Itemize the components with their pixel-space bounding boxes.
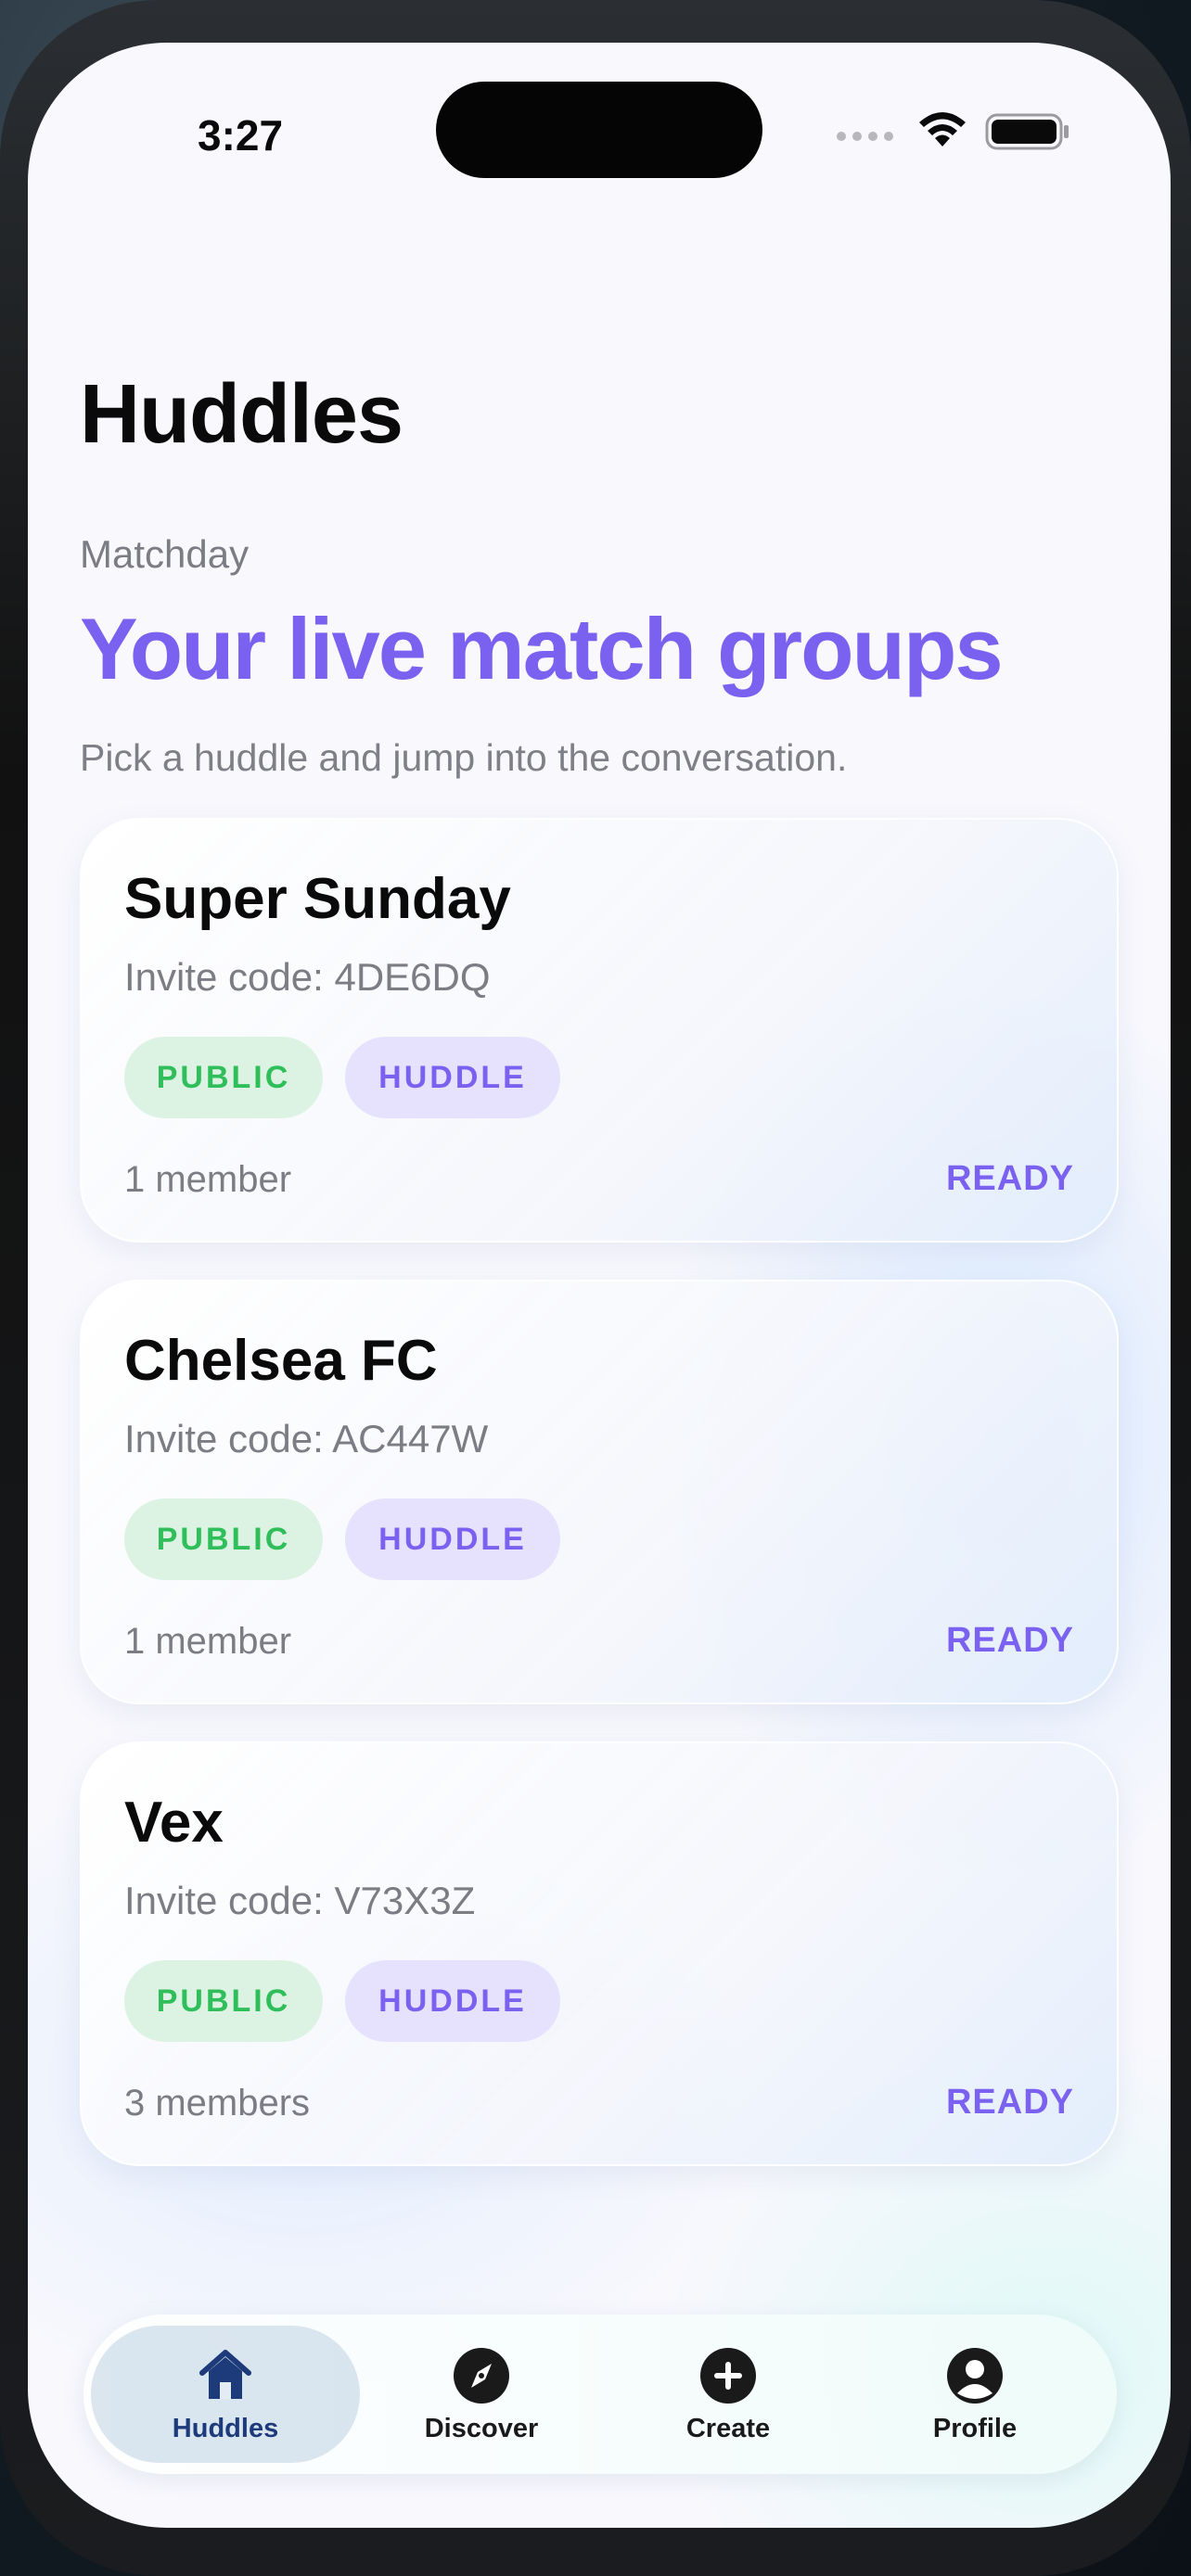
huddle-name: Vex xyxy=(124,1791,224,1855)
invite-code: Invite code: 4DE6DQ xyxy=(124,955,491,999)
battery-icon xyxy=(985,113,1069,150)
huddle-card[interactable]: Chelsea FC Invite code: AC447W PUBLIC HU… xyxy=(80,1280,1119,1704)
huddle-badge: HUDDLE xyxy=(345,1037,560,1118)
section-headline: Your live match groups xyxy=(80,600,1004,697)
tab-bar: Huddles Discover Create Profile xyxy=(83,2315,1117,2474)
page-title: Huddles xyxy=(80,368,403,461)
tab-label: Discover xyxy=(424,2413,539,2443)
status-label: READY xyxy=(945,1159,1074,1198)
invite-code: Invite code: AC447W xyxy=(124,1417,489,1460)
member-count: 1 member xyxy=(124,1159,292,1200)
tab-profile[interactable]: Profile xyxy=(840,2326,1109,2463)
status-label: READY xyxy=(945,1621,1074,1660)
tab-label: Profile xyxy=(932,2413,1018,2443)
app-screen: 3:27 Huddles Matchday Your live match gr… xyxy=(28,43,1171,2528)
huddle-card[interactable]: Vex Invite code: V73X3Z PUBLIC HUDDLE 3 … xyxy=(80,1741,1119,2166)
section-subtitle: Pick a huddle and jump into the conversa… xyxy=(80,736,848,779)
member-count: 3 members xyxy=(124,2083,311,2123)
invite-code: Invite code: V73X3Z xyxy=(124,1879,476,1922)
cellular-signal-icon xyxy=(837,132,893,141)
tab-huddles[interactable]: Huddles xyxy=(91,2326,360,2463)
section-eyebrow: Matchday xyxy=(80,532,250,576)
public-badge: PUBLIC xyxy=(124,1960,323,2042)
tab-discover[interactable]: Discover xyxy=(347,2326,616,2463)
huddle-name: Super Sunday xyxy=(124,867,511,931)
public-badge: PUBLIC xyxy=(124,1498,323,1580)
plus-circle-icon xyxy=(700,2347,756,2404)
huddle-badge: HUDDLE xyxy=(345,1960,560,2042)
wifi-icon xyxy=(919,112,966,147)
huddle-badge: HUDDLE xyxy=(345,1498,560,1580)
home-icon xyxy=(199,2349,251,2399)
dynamic-island xyxy=(436,82,762,178)
public-badge: PUBLIC xyxy=(124,1037,323,1118)
compass-icon xyxy=(454,2347,509,2404)
member-count: 1 member xyxy=(124,1621,292,1662)
tab-label: Create xyxy=(685,2413,771,2443)
tab-create[interactable]: Create xyxy=(594,2326,863,2463)
tab-label: Huddles xyxy=(172,2413,279,2443)
huddle-card[interactable]: Super Sunday Invite code: 4DE6DQ PUBLIC … xyxy=(80,818,1119,1243)
status-time: 3:27 xyxy=(198,111,284,159)
status-label: READY xyxy=(945,2083,1074,2122)
huddle-name: Chelsea FC xyxy=(124,1329,438,1393)
profile-icon xyxy=(947,2347,1003,2404)
